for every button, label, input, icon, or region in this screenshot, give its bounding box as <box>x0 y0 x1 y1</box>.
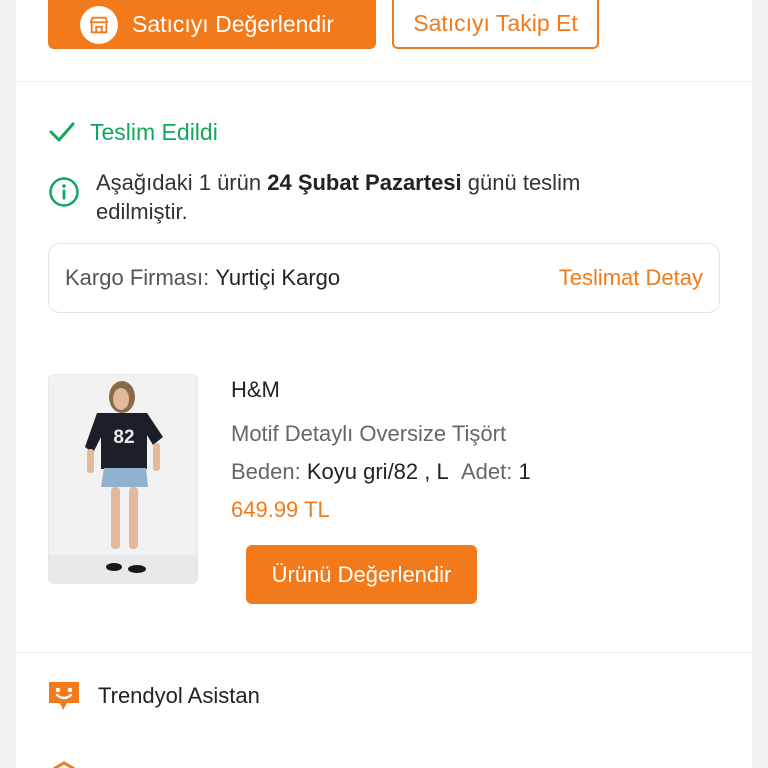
delivery-detail-link[interactable]: Teslimat Detay <box>559 265 703 291</box>
product-info: H&M Motif Detaylı Oversize Tişört Beden:… <box>231 377 531 523</box>
product-size: Koyu gri/82 , L <box>306 459 449 484</box>
assistant-chat-icon <box>49 682 79 710</box>
delivery-info: Aşağıdaki 1 ürün 24 Şubat Pazartesi günü… <box>48 168 676 226</box>
product-image[interactable]: 82 <box>48 374 198 584</box>
cargo-company: Yurtiçi Kargo <box>215 265 341 290</box>
delivery-card: Teslim Edildi Aşağıdaki 1 ürün 24 Şubat … <box>16 82 752 652</box>
info-icon <box>49 177 79 207</box>
cargo-box: Kargo Firması: Yurtiçi Kargo Teslimat De… <box>48 243 720 313</box>
seller-actions-card: Satıcıyı Değerlendir Satıcıyı Takip Et <box>16 0 752 81</box>
follow-seller-button[interactable]: Satıcıyı Takip Et <box>392 0 599 49</box>
delivery-message: Aşağıdaki 1 ürün 24 Şubat Pazartesi günü… <box>96 170 581 224</box>
rate-seller-button[interactable]: Satıcıyı Değerlendir <box>48 0 376 49</box>
rate-product-button[interactable]: Ürünü Değerlendir <box>246 545 477 604</box>
rate-seller-label: Satıcıyı Değerlendir <box>132 11 334 37</box>
product-variant: Beden: Koyu gri/82 , L Adet: 1 <box>231 459 531 484</box>
product-price: 649.99 TL <box>231 497 330 522</box>
help-menu-card: Trendyol Asistan <box>16 653 752 768</box>
product-brand: H&M <box>231 377 280 402</box>
product-name[interactable]: Motif Detaylı Oversize Tişört <box>231 421 531 447</box>
jersey-number-text: 82 <box>113 427 134 448</box>
delivery-status-text: Teslim Edildi <box>90 118 218 145</box>
store-icon <box>80 5 118 44</box>
box-icon <box>52 761 76 768</box>
assistant-label: Trendyol Asistan <box>98 683 260 708</box>
cargo-info: Kargo Firması: Yurtiçi Kargo <box>65 265 340 291</box>
trendyol-assistant-item[interactable]: Trendyol Asistan <box>46 679 260 713</box>
delivery-status: Teslim Edildi <box>48 118 218 146</box>
next-menu-item[interactable] <box>46 757 82 768</box>
delivery-date: 24 Şubat Pazartesi <box>267 170 462 195</box>
cargo-label: Kargo Firması: <box>65 265 210 290</box>
product-quantity: 1 <box>518 459 531 484</box>
check-icon <box>49 122 75 142</box>
